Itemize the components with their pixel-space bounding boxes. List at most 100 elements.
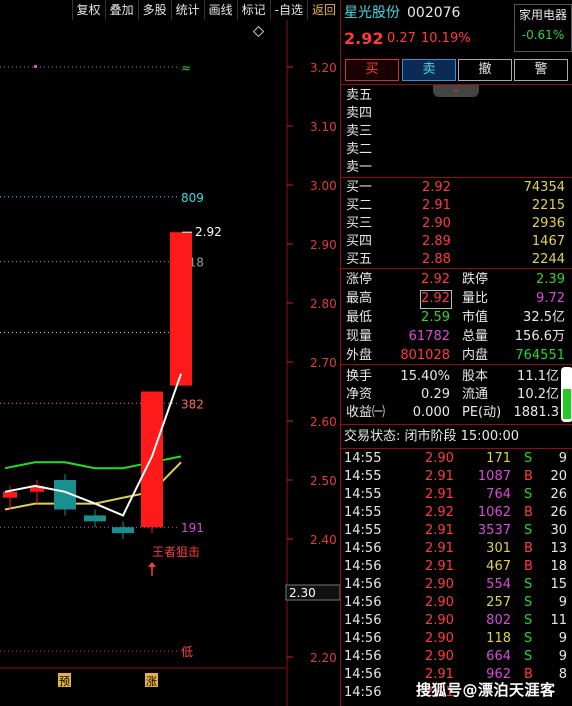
up-arrow-head xyxy=(148,562,156,567)
toolbar-overlay[interactable]: 叠加 xyxy=(104,0,138,20)
candle-body xyxy=(112,527,134,534)
stat-value: 32.5亿 xyxy=(523,310,565,325)
buy-level-volume: 2936 xyxy=(531,216,565,231)
stat-label: 外盘 xyxy=(346,348,373,363)
tick-time: 14:55 xyxy=(344,451,382,466)
buy-level-volume: 2244 xyxy=(531,252,565,267)
tick-price: 2.91 xyxy=(425,469,454,484)
tick-time: 14:55 xyxy=(344,487,382,502)
stat-value: 801028 xyxy=(400,348,450,363)
fundamental-label: 股本 xyxy=(462,369,489,384)
tick-volume: 802 xyxy=(486,613,511,628)
buy-level-row: 买四 2.89 1467 xyxy=(341,233,572,251)
buy-level-label: 买一 xyxy=(346,180,373,195)
stat-label: 量比 xyxy=(462,291,489,306)
kline-chart-panel[interactable]: 复权 叠加 多股 统计 画线 标记 -自选 返回 3.20 3.10 3.00 2.9… xyxy=(0,0,340,706)
stat-row: 最低 2.59 市值 32.5亿 xyxy=(341,309,572,327)
stat-row: 现量 61782 总量 156.6万 xyxy=(341,328,572,346)
tick-side: B xyxy=(524,559,533,574)
stat-label: 现量 xyxy=(346,329,373,344)
alert-button[interactable]: 警 xyxy=(514,59,568,81)
buy-button[interactable]: 买 xyxy=(345,59,399,81)
tick-volume: 301 xyxy=(486,541,511,556)
buy-level-label: 买四 xyxy=(346,234,373,249)
level-label: 809 xyxy=(181,191,204,205)
tick-volume: 554 xyxy=(486,577,511,592)
tick-side: B xyxy=(524,469,533,484)
tick-volume: 257 xyxy=(486,595,511,610)
tick-count: 9 xyxy=(558,631,567,646)
toolbar-statistics[interactable]: 统计 xyxy=(170,0,204,20)
side-scroll-tab[interactable] xyxy=(561,367,572,422)
tick-count: 9 xyxy=(558,595,567,610)
stat-label: 市值 xyxy=(462,310,489,325)
industry-name: 家用电器 xyxy=(518,8,567,22)
kline-canvas[interactable]: 3.20 3.10 3.00 2.90 2.80 2.70 2.60 2.50 2.40 2.20… xyxy=(0,20,340,706)
stat-label: 跌停 xyxy=(462,272,489,287)
stat-value: 61782 xyxy=(408,329,450,344)
tick-count: 8 xyxy=(558,667,567,682)
last-price-tag-label: 2.30 xyxy=(289,586,316,600)
tick-price: 2.92 xyxy=(425,505,454,520)
stat-row: 外盘 801028 内盘 764551 xyxy=(341,347,572,365)
tick-volume: 171 xyxy=(486,451,511,466)
tick-row: 14:55 2.90 171 S 9 xyxy=(341,450,572,468)
tick-row: 14:55 2.92 1062 B 26 xyxy=(341,504,572,522)
sell-level-label: 卖一 xyxy=(346,160,373,175)
buy-level-row: 买一 2.92 74354 xyxy=(341,179,572,197)
buy-level-label: 买二 xyxy=(346,198,373,213)
toolbar-mark[interactable]: 标记 xyxy=(236,0,270,20)
fundamental-label: 净资 xyxy=(346,387,373,402)
buy-level-row: 买三 2.90 2936 xyxy=(341,215,572,233)
tick-side: S xyxy=(524,595,533,610)
buy-level-price: 2.89 xyxy=(422,234,451,249)
tick-count: 9 xyxy=(558,451,567,466)
tick-volume: 467 xyxy=(486,559,511,574)
buy-level-row: 买五 2.88 2244 xyxy=(341,251,572,269)
chart-toolbar: 复权 叠加 多股 统计 画线 标记 -自选 返回 xyxy=(0,0,340,20)
diamond-icon[interactable] xyxy=(252,25,265,38)
tick-side: S xyxy=(524,487,533,502)
price-tick-label: 2.70 xyxy=(310,356,337,370)
tick-side: S xyxy=(524,523,533,538)
tick-side: S xyxy=(524,649,533,664)
buy-level-price: 2.88 xyxy=(422,252,451,267)
tick-time: 14:55 xyxy=(344,505,382,520)
tick-row: 14:56 2.90 802 S 11 xyxy=(341,612,572,630)
back-button[interactable]: 返回 xyxy=(306,0,340,20)
price-change: 0.27 xyxy=(387,31,416,46)
tick-count: 13 xyxy=(550,541,567,556)
stat-label: 最低 xyxy=(346,310,373,325)
toolbar-fuquan[interactable]: 复权 xyxy=(71,0,105,20)
watermark-text: 搜狐号@漂泊天涯客 xyxy=(416,681,556,699)
fundamental-value: 11.1亿 xyxy=(517,369,559,384)
stock-name: 星光股份 xyxy=(344,5,400,21)
tick-price: 2.90 xyxy=(425,613,454,628)
fundamental-label: PE(动) xyxy=(462,405,502,420)
stat-value: 2.92 xyxy=(421,272,450,287)
sell-button[interactable]: 卖 xyxy=(402,59,456,81)
toolbar-multi-stock[interactable]: 多股 xyxy=(137,0,171,20)
buy-level-volume: 1467 xyxy=(531,234,565,249)
toolbar-watchlist[interactable]: -自选 xyxy=(269,0,307,20)
sell-level-label: 卖二 xyxy=(346,142,373,157)
buy-level-price: 2.92 xyxy=(422,180,451,195)
high-price-box xyxy=(420,290,452,309)
toolbar-draw-line[interactable]: 画线 xyxy=(203,0,237,20)
tick-count: 9 xyxy=(558,649,567,664)
stat-row: 最高 2.92 量比 9.72 xyxy=(341,290,572,308)
stat-label: 最高 xyxy=(346,291,373,306)
stat-label: 涨停 xyxy=(346,272,373,287)
stat-value: 156.6万 xyxy=(514,329,565,344)
tick-price: 2.90 xyxy=(425,451,454,466)
tick-time: 14:56 xyxy=(344,595,382,610)
stat-label: 内盘 xyxy=(462,348,489,363)
price-tick-label: 2.90 xyxy=(310,238,337,252)
buy-level-label: 买三 xyxy=(346,216,373,231)
stat-value: 2.59 xyxy=(421,310,450,325)
sell-level-label: 卖五 xyxy=(346,88,373,103)
cancel-order-button[interactable]: 撤 xyxy=(458,59,512,81)
tick-row: 14:55 2.91 764 S 26 xyxy=(341,486,572,504)
fundamental-value: 0.29 xyxy=(421,387,450,402)
tick-count: 20 xyxy=(550,469,567,484)
